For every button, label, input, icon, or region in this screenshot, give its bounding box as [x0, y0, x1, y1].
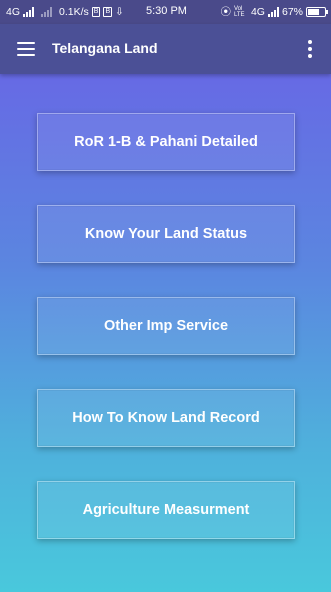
signal-2-icon — [41, 7, 53, 17]
vibrate-icon: ⦿ — [220, 6, 231, 18]
battery-icon — [306, 6, 328, 17]
app-title: Telangana Land — [52, 40, 158, 56]
more-vertical-icon[interactable] — [307, 40, 313, 58]
download-icon: ⇩ — [115, 6, 124, 18]
agriculture-measurement-button[interactable]: Agriculture Measurment — [37, 481, 295, 539]
clock: 5:30 PM — [146, 5, 187, 17]
app-bar: Telangana Land — [0, 24, 331, 74]
battery-percent-label: 67% — [281, 5, 303, 18]
volte-label: Vol LTE — [233, 5, 245, 18]
battery-fill — [308, 8, 319, 15]
status-left: 4G 0.1K/s B B ⇩ — [6, 6, 124, 18]
notification-b-icon: B — [91, 7, 101, 17]
land-status-button[interactable]: Know Your Land Status — [37, 205, 295, 263]
ror-pahani-button[interactable]: RoR 1-B & Pahani Detailed — [37, 113, 295, 171]
notification-b2-icon: B — [103, 7, 113, 17]
hamburger-menu-icon[interactable] — [17, 42, 35, 56]
land-record-button[interactable]: How To Know Land Record — [37, 389, 295, 447]
network-type-label: 4G — [6, 6, 21, 18]
other-service-button[interactable]: Other Imp Service — [37, 297, 295, 355]
signal-icon — [23, 7, 35, 17]
network-type-2-label: 4G — [250, 5, 265, 18]
status-bar: 4G 0.1K/s B B ⇩ 5:30 PM ⦿ Vol LTE 4G 67% — [0, 0, 331, 24]
network-speed-label: 0.1K/s — [59, 6, 89, 18]
signal-3-icon — [267, 6, 279, 17]
status-right: ⦿ Vol LTE 4G 67% — [220, 4, 328, 19]
